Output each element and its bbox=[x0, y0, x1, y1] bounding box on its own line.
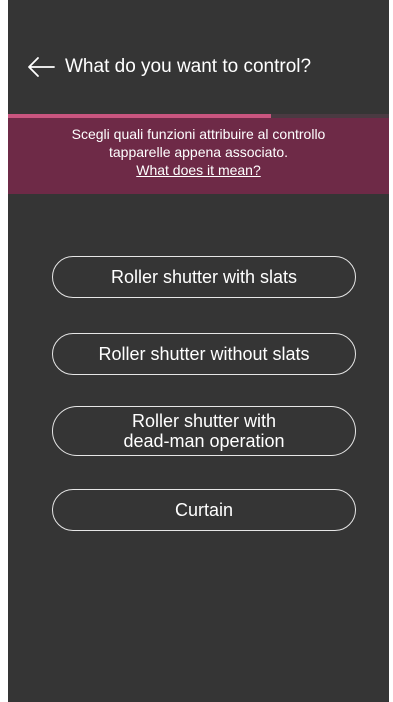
back-button[interactable] bbox=[24, 50, 58, 84]
option-label-line-2: dead-man operation bbox=[123, 431, 285, 451]
what-does-it-mean-link[interactable]: What does it mean? bbox=[136, 161, 261, 179]
header: What do you want to control? bbox=[8, 0, 389, 114]
info-banner: Scegli quali funzioni attribuire al cont… bbox=[8, 118, 389, 194]
page-title: What do you want to control? bbox=[65, 56, 312, 77]
option-label: Roller shutter with slats bbox=[110, 267, 298, 287]
option-roller-shutter-dead-man[interactable]: Roller shutter with dead-man operation bbox=[52, 406, 356, 456]
option-roller-shutter-without-slats[interactable]: Roller shutter without slats bbox=[52, 333, 356, 375]
screen: What do you want to control? Scegli qual… bbox=[8, 0, 389, 702]
option-curtain[interactable]: Curtain bbox=[52, 489, 356, 531]
info-text-line-2: tapparelle appena associato. bbox=[108, 144, 289, 160]
option-label: Roller shutter without slats bbox=[98, 344, 310, 364]
option-label-line-1: Roller shutter with bbox=[131, 411, 277, 431]
arrow-left-icon bbox=[24, 50, 58, 84]
info-text-line-1: Scegli quali funzioni attribuire al cont… bbox=[71, 126, 326, 142]
option-label: Curtain bbox=[174, 500, 234, 520]
option-roller-shutter-with-slats[interactable]: Roller shutter with slats bbox=[52, 256, 356, 298]
